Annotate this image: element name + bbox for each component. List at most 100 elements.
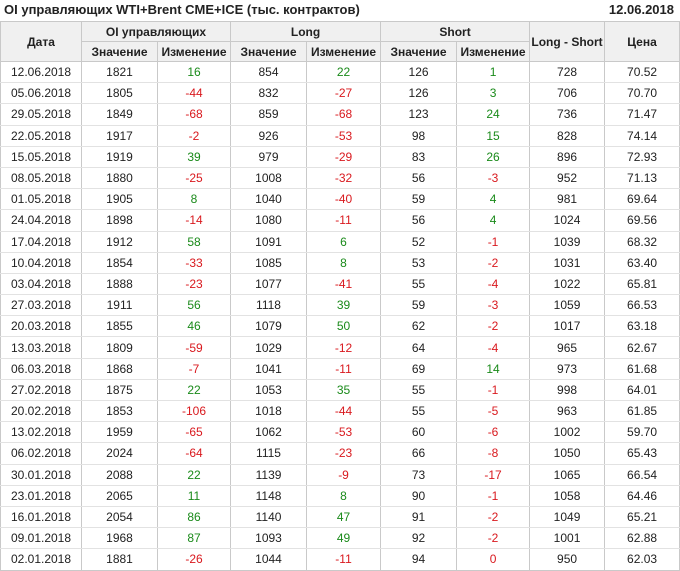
cell-long-short: 1065 — [529, 464, 606, 486]
cell-long-change: -44 — [306, 400, 382, 423]
cell-oi-change: -106 — [156, 400, 232, 423]
cell-long-value: 1118 — [230, 294, 308, 317]
title-bar: OI управляющих WTI+Brent CME+ICE (тыс. к… — [0, 0, 680, 20]
table-row: 17.04.2018 1912 58 1091 6 52 -1 1039 68.32 — [0, 231, 680, 253]
cell-oi-change: 39 — [156, 145, 232, 168]
cell-long-value: 979 — [230, 145, 308, 168]
table-row: 16.01.2018 2054 86 1140 47 91 -2 1049 65.21 — [0, 506, 680, 529]
cell-oi-change: -44 — [156, 82, 232, 105]
cell-price: 65.43 — [604, 442, 680, 465]
cell-short-value: 83 — [380, 145, 458, 168]
cell-long-change: -29 — [306, 145, 382, 168]
cell-short-change: 24 — [456, 103, 531, 126]
cell-oi-value: 1875 — [81, 379, 158, 402]
cell-short-change: -4 — [456, 273, 531, 296]
cell-short-change: -1 — [456, 231, 531, 253]
cell-date: 17.04.2018 — [0, 231, 82, 253]
cell-oi-value: 1898 — [81, 209, 158, 232]
cell-date: 27.02.2018 — [0, 379, 82, 402]
cell-short-change: -2 — [456, 506, 531, 529]
header-short-change: Изменение — [456, 41, 531, 62]
cell-long-short: 706 — [529, 82, 606, 105]
cell-long-value: 1093 — [230, 527, 308, 550]
table-row: 01.05.2018 1905 8 1040 -40 59 4 981 69.64 — [0, 188, 680, 211]
cell-date: 27.03.2018 — [0, 294, 82, 317]
cell-price: 74.14 — [604, 125, 680, 147]
cell-long-value: 1041 — [230, 358, 308, 380]
cell-long-change: -9 — [306, 464, 382, 486]
cell-oi-change: 46 — [156, 315, 232, 338]
cell-short-value: 52 — [380, 231, 458, 253]
header-date: Дата — [0, 21, 82, 62]
header-long-value: Значение — [230, 41, 308, 62]
cell-oi-change: -25 — [156, 167, 232, 190]
table-row: 02.01.2018 1881 -26 1044 -11 94 0 950 62.03 — [0, 548, 680, 571]
cell-long-value: 1079 — [230, 315, 308, 338]
cell-oi-value: 2065 — [81, 485, 158, 507]
cell-short-change: -8 — [456, 442, 531, 465]
cell-price: 66.53 — [604, 294, 680, 317]
cell-price: 64.01 — [604, 379, 680, 402]
cell-short-change: -2 — [456, 527, 531, 550]
cell-oi-change: 22 — [156, 464, 232, 486]
cell-price: 65.81 — [604, 273, 680, 296]
cell-short-value: 94 — [380, 548, 458, 571]
cell-oi-value: 1855 — [81, 315, 158, 338]
cell-oi-change: 87 — [156, 527, 232, 550]
cell-oi-change: 11 — [156, 485, 232, 507]
cell-price: 62.03 — [604, 548, 680, 571]
cell-date: 06.02.2018 — [0, 442, 82, 465]
cell-long-value: 1140 — [230, 506, 308, 529]
cell-long-change: -11 — [306, 209, 382, 232]
header-long-change: Изменение — [306, 41, 382, 62]
cell-long-value: 926 — [230, 125, 308, 147]
cell-price: 70.70 — [604, 82, 680, 105]
cell-oi-value: 2088 — [81, 464, 158, 486]
cell-short-change: 15 — [456, 125, 531, 147]
cell-price: 69.56 — [604, 209, 680, 232]
cell-date: 29.05.2018 — [0, 103, 82, 126]
cell-date: 06.03.2018 — [0, 358, 82, 380]
cell-oi-change: 56 — [156, 294, 232, 317]
cell-short-change: -2 — [456, 252, 531, 274]
cell-short-value: 62 — [380, 315, 458, 338]
cell-oi-value: 1880 — [81, 167, 158, 190]
table-row: 15.05.2018 1919 39 979 -29 83 26 896 72.93 — [0, 145, 680, 168]
cell-date: 22.05.2018 — [0, 125, 82, 147]
cell-short-change: 26 — [456, 145, 531, 168]
cell-short-value: 64 — [380, 336, 458, 359]
cell-short-value: 60 — [380, 421, 458, 444]
cell-date: 09.01.2018 — [0, 527, 82, 550]
cell-long-change: 47 — [306, 506, 382, 529]
cell-price: 59.70 — [604, 421, 680, 444]
cell-oi-change: -33 — [156, 252, 232, 274]
cell-short-value: 56 — [380, 209, 458, 232]
cell-long-change: -53 — [306, 125, 382, 147]
cell-short-value: 55 — [380, 400, 458, 423]
cell-date: 23.01.2018 — [0, 485, 82, 507]
cell-long-change: -32 — [306, 167, 382, 190]
cell-long-value: 1085 — [230, 252, 308, 274]
table-row: 20.02.2018 1853 -106 1018 -44 55 -5 963 61.85 — [0, 400, 680, 423]
cell-oi-value: 1919 — [81, 145, 158, 168]
cell-short-value: 123 — [380, 103, 458, 126]
cell-price: 63.18 — [604, 315, 680, 338]
cell-price: 62.88 — [604, 527, 680, 550]
cell-date: 15.05.2018 — [0, 145, 82, 168]
cell-price: 61.85 — [604, 400, 680, 423]
header-oi-change: Изменение — [156, 41, 232, 62]
cell-short-value: 59 — [380, 188, 458, 211]
cell-long-short: 1050 — [529, 442, 606, 465]
table-row: 29.05.2018 1849 -68 859 -68 123 24 736 71.47 — [0, 103, 680, 126]
cell-price: 65.21 — [604, 506, 680, 529]
cell-date: 13.02.2018 — [0, 421, 82, 444]
cell-date: 02.01.2018 — [0, 548, 82, 571]
cell-oi-value: 1905 — [81, 188, 158, 211]
header-price: Цена — [604, 21, 680, 62]
cell-date: 24.04.2018 — [0, 209, 82, 232]
cell-date: 13.03.2018 — [0, 336, 82, 359]
cell-oi-change: 8 — [156, 188, 232, 211]
cell-oi-value: 1917 — [81, 125, 158, 147]
cell-oi-value: 1853 — [81, 400, 158, 423]
cell-long-change: 8 — [306, 485, 382, 507]
